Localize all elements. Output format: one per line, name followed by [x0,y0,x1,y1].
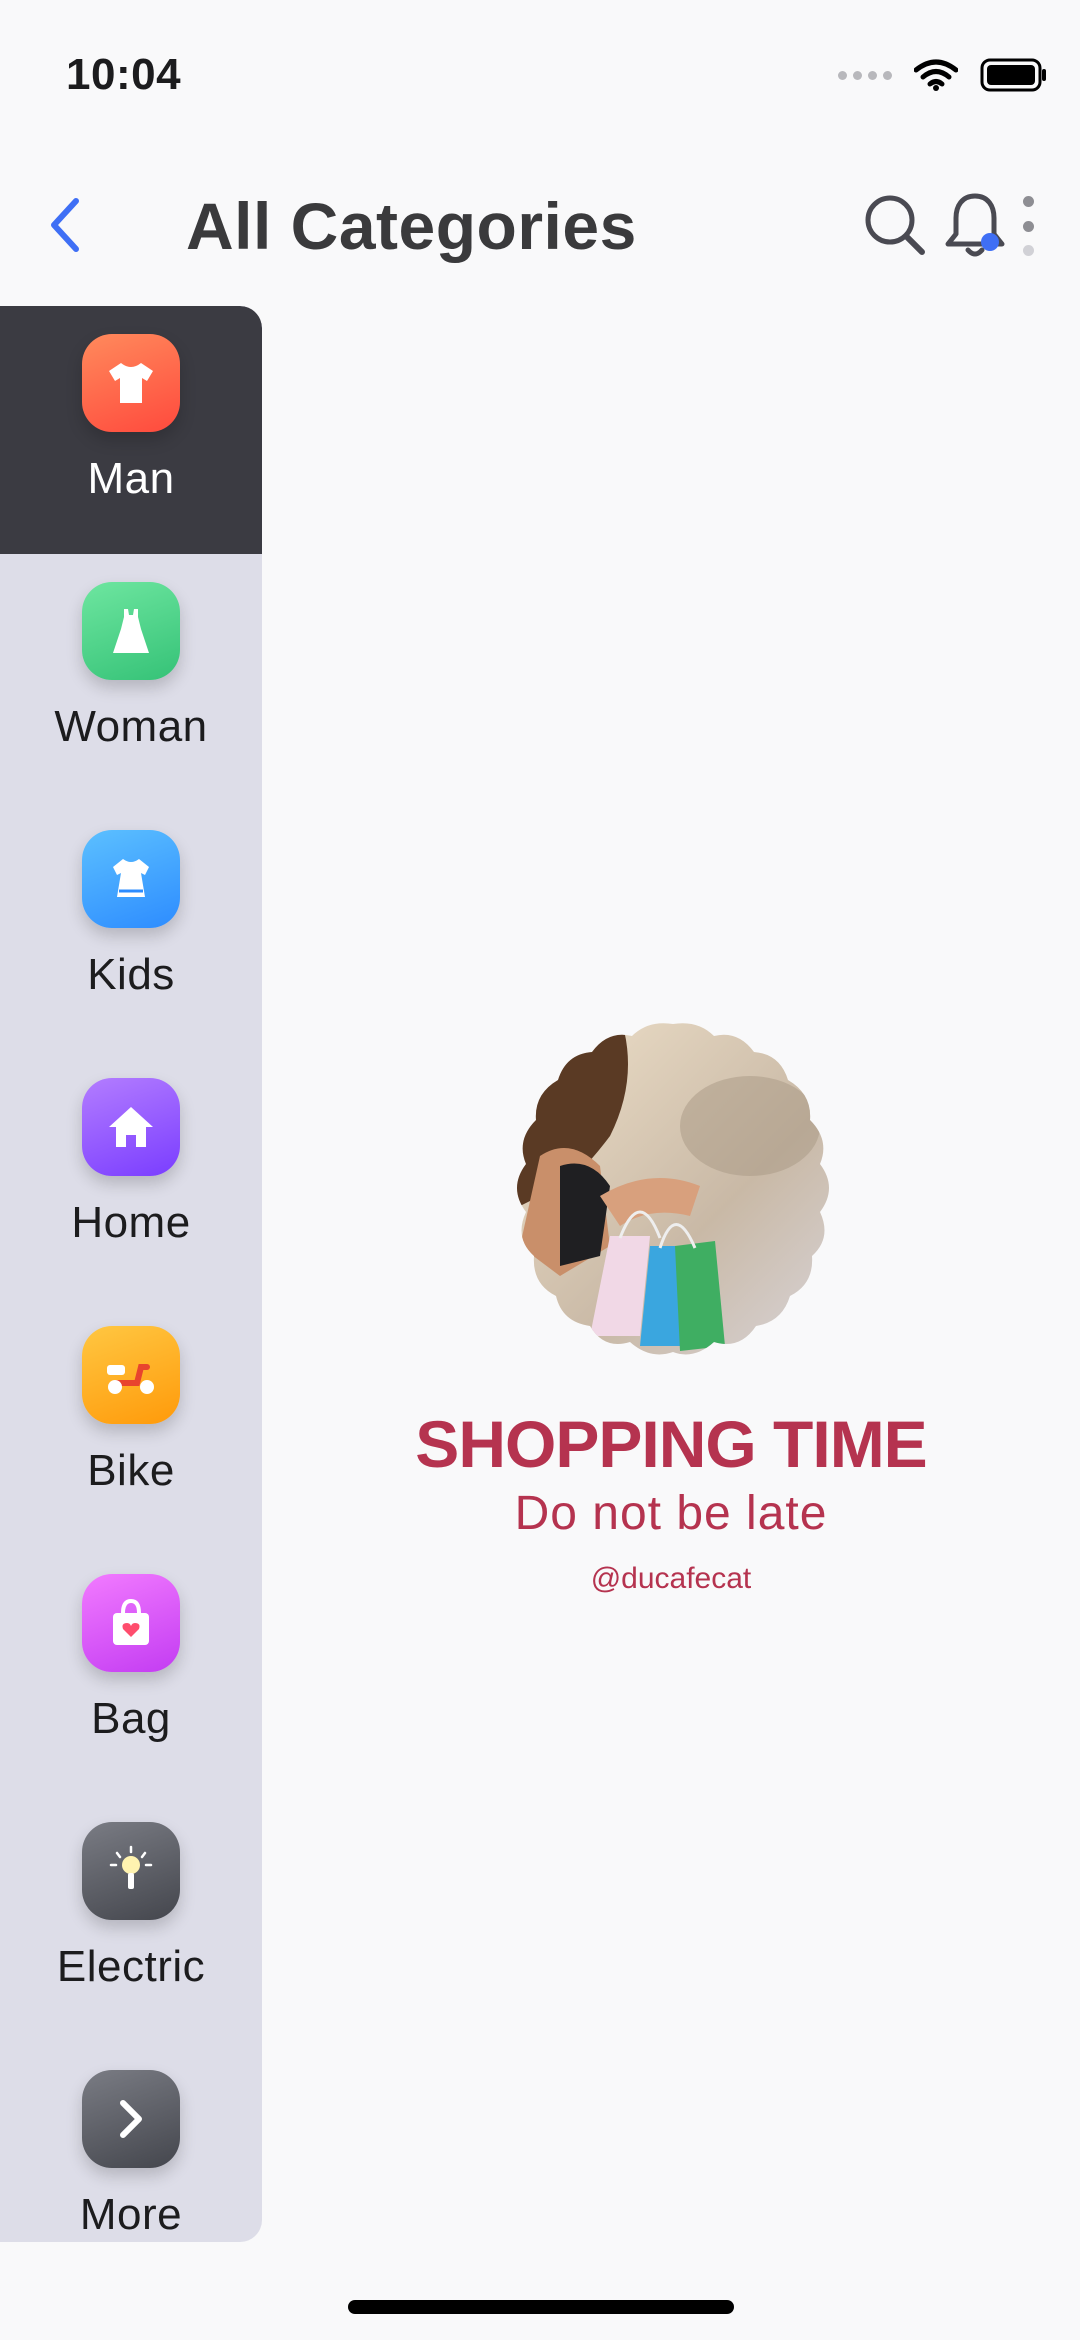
dress-icon [82,582,180,680]
bell-icon [945,193,1005,257]
cellular-signal-icon [838,70,892,80]
category-label: Man [87,454,175,503]
category-sidebar: Man Woman Kids Home Bike Bag Electric Mo… [0,306,262,2242]
category-kids[interactable]: Kids [0,802,262,1050]
more-dot [1022,220,1034,232]
category-bag[interactable]: Bag [0,1546,262,1794]
kids-dress-icon [82,830,180,928]
category-label: Electric [56,1942,206,1991]
more-dot [1022,245,1034,256]
page-title: All Categories [186,189,637,263]
more-options-button[interactable] [1016,196,1040,256]
chevron-left-icon [51,198,79,252]
category-label: Bike [87,1446,175,1495]
category-man[interactable]: Man [0,306,262,554]
home-indicator[interactable] [348,2300,734,2314]
promo-handle: @ducafecat [590,1562,752,1595]
category-label: Bag [91,1694,171,1743]
light-bulb-icon [82,1822,180,1920]
more-dot [1022,196,1034,207]
wifi-icon [914,59,958,91]
promo-panel: SHOPPING TIME Do not be late @ducafecat [262,306,1080,2242]
app-header: All Categories [0,160,1080,290]
category-home[interactable]: Home [0,1050,262,1298]
category-woman[interactable]: Woman [0,554,262,802]
search-icon [865,195,925,255]
promo-title: SHOPPING TIME [415,1407,927,1481]
search-button[interactable] [862,192,928,258]
status-bar: 10:04 [0,0,1080,150]
status-icons [838,58,1048,92]
back-button[interactable] [36,190,96,260]
category-label: Kids [87,950,175,999]
scooter-icon [82,1326,180,1424]
shopping-bag-icon [82,1574,180,1672]
status-time: 10:04 [66,50,182,99]
house-icon [82,1078,180,1176]
category-label: Woman [54,702,208,751]
notifications-button[interactable] [942,190,1008,262]
battery-icon [980,58,1046,92]
chevron-right-icon [82,2070,180,2168]
category-bike[interactable]: Bike [0,1298,262,1546]
category-more[interactable]: More [0,2042,262,2242]
category-label: Home [71,1198,191,1247]
category-electric[interactable]: Electric [0,1794,262,2042]
tshirt-icon [82,334,180,432]
promo-subtitle: Do not be late [514,1487,828,1540]
category-label: More [79,2190,183,2239]
shopping-woman-image [517,1023,829,1355]
